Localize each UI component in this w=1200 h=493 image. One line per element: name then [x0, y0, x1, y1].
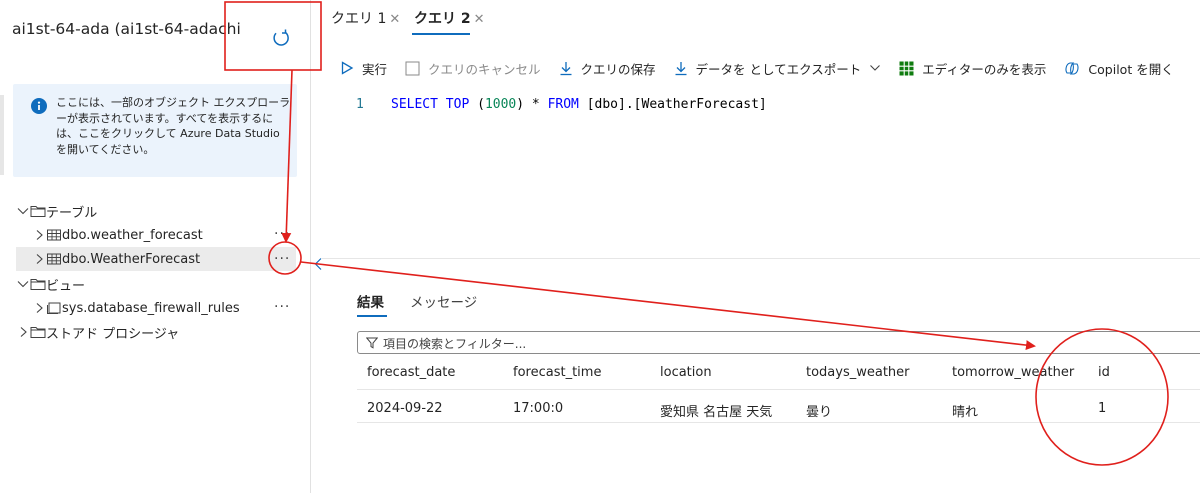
table-icon [47, 229, 61, 241]
filter-icon [366, 337, 378, 349]
tree-label-views: ビュー [46, 278, 86, 294]
chevron-down-icon [870, 65, 881, 71]
folder-icon [30, 206, 46, 217]
chevron-right-icon [36, 303, 43, 313]
column-header[interactable]: id [1098, 365, 1110, 380]
info-icon [31, 98, 47, 114]
chevron-right-icon [36, 254, 43, 264]
column-header[interactable]: tomorrow_weather [952, 365, 1074, 380]
chevron-right-icon [36, 230, 43, 240]
sql-keyword: FROM [547, 97, 579, 112]
info-banner[interactable]: ここには、一部のオブジェクト エクスプローラーが表示されています。すべてを表示す… [13, 84, 297, 177]
table-cell: 2024-09-22 [367, 401, 443, 416]
folder-icon [30, 279, 46, 290]
tree-item-table[interactable]: dbo.weather_forecast [32, 223, 203, 247]
object-explorer-panel: ai1st-64-ada (ai1st-64-adachi ここには、一部のオブ… [0, 0, 311, 493]
info-text: ここには、一部のオブジェクト エクスプローラーが表示されています。すべてを表示す… [56, 96, 291, 156]
close-icon[interactable]: ✕ [474, 12, 485, 27]
column-header[interactable]: todays_weather [806, 365, 910, 380]
sql-keyword: TOP [445, 97, 470, 112]
active-results-tab-indicator [357, 315, 387, 317]
panel-edge [0, 95, 4, 175]
close-icon[interactable]: ✕ [389, 12, 400, 27]
sql-paren: ) [516, 97, 525, 112]
run-button[interactable]: 実行 [340, 59, 387, 78]
copilot-label: Copilot を開く [1088, 61, 1174, 77]
table-cell: 晴れ [952, 405, 979, 420]
stop-icon [405, 61, 420, 75]
tree-label-stored-procedures: ストアド プロシージャ [46, 326, 180, 342]
column-header[interactable]: location [660, 365, 712, 380]
view-icon [47, 302, 61, 314]
row-divider [357, 422, 1200, 423]
sql-number: 1000 [484, 97, 517, 112]
more-options-button[interactable]: ··· [274, 252, 290, 266]
table-cell: 曇り [806, 405, 833, 420]
line-number: 1 [356, 97, 364, 112]
save-query-label: クエリの保存 [580, 61, 656, 77]
tree-node-views[interactable]: ビュー [16, 272, 85, 296]
export-data-button[interactable]: データを としてエクスポート [674, 59, 882, 78]
sql-paren: ( [477, 97, 485, 112]
download-icon [675, 61, 687, 75]
tree-label-table: dbo.WeatherForecast [62, 251, 201, 267]
tab-query-2[interactable]: クエリ 2 ✕ [414, 8, 485, 28]
column-header[interactable]: forecast_date [367, 365, 455, 380]
tree-label-view: sys.database_firewall_rules [62, 300, 240, 316]
chevron-down-icon [17, 281, 29, 288]
tab-label: クエリ 2 [414, 11, 471, 27]
table-icon [47, 253, 61, 265]
tab-query-1[interactable]: クエリ 1 ✕ [331, 8, 400, 28]
save-query-button[interactable]: クエリの保存 [559, 59, 656, 78]
sql-identifier: [dbo].[WeatherForecast] [586, 97, 767, 112]
table-cell: 17:00:0 [513, 401, 564, 416]
tree-label-tables: テーブル [46, 205, 98, 221]
editor-only-label: エディターのみを表示 [922, 61, 1047, 77]
sql-editor-line[interactable]: SELECT TOP (1000) * FROM [dbo].[WeatherF… [391, 97, 767, 112]
play-icon [341, 61, 354, 75]
editor-only-button[interactable]: エディターのみを表示 [899, 59, 1046, 78]
copilot-button[interactable]: Copilot を開く [1064, 59, 1174, 78]
table-cell: 愛知県 名古屋 天気 [660, 405, 773, 420]
tree-item-view[interactable]: sys.database_firewall_rules [32, 296, 240, 320]
query-toolbar: 実行 クエリのキャンセル クエリの保存 データを としてエクスポート エディター… [340, 58, 1192, 78]
editor-divider [322, 258, 1200, 259]
tree-node-tables[interactable]: テーブル [16, 199, 97, 223]
chevron-down-icon [17, 208, 29, 215]
header-divider [357, 389, 1200, 390]
filter-input[interactable]: 項目の検索とフィルター... [357, 331, 1200, 354]
sql-operator: * [531, 97, 540, 112]
database-title: ai1st-64-ada (ai1st-64-adachi [12, 20, 241, 38]
more-options-button[interactable]: ··· [274, 300, 290, 314]
tab-messages[interactable]: メッセージ [410, 291, 477, 311]
filter-placeholder: 項目の検索とフィルター... [383, 337, 527, 351]
tree-node-stored-procedures[interactable]: ストアド プロシージャ [16, 320, 179, 344]
cancel-query-label: クエリのキャンセル [428, 61, 541, 77]
run-label: 実行 [362, 61, 388, 77]
chevron-left-icon[interactable] [313, 257, 323, 271]
chevron-right-icon [20, 327, 27, 337]
tree-label-table: dbo.weather_forecast [62, 227, 203, 243]
active-tab-indicator [412, 33, 470, 35]
download-icon [560, 61, 572, 75]
more-options-button[interactable]: ··· [274, 227, 290, 241]
table-cell: 1 [1098, 401, 1107, 416]
copilot-icon [1065, 61, 1079, 75]
tab-results[interactable]: 結果 [357, 291, 384, 311]
refresh-icon[interactable] [270, 27, 292, 49]
tree-item-table-selected[interactable]: dbo.WeatherForecast [16, 247, 296, 271]
export-data-label: データを としてエクスポート [695, 61, 862, 77]
cancel-query-button[interactable]: クエリのキャンセル [405, 59, 541, 78]
grid-icon [899, 61, 914, 75]
sql-keyword: SELECT [391, 97, 438, 112]
folder-icon [30, 327, 46, 338]
column-header[interactable]: forecast_time [513, 365, 601, 380]
tab-label: クエリ 1 [331, 11, 387, 27]
